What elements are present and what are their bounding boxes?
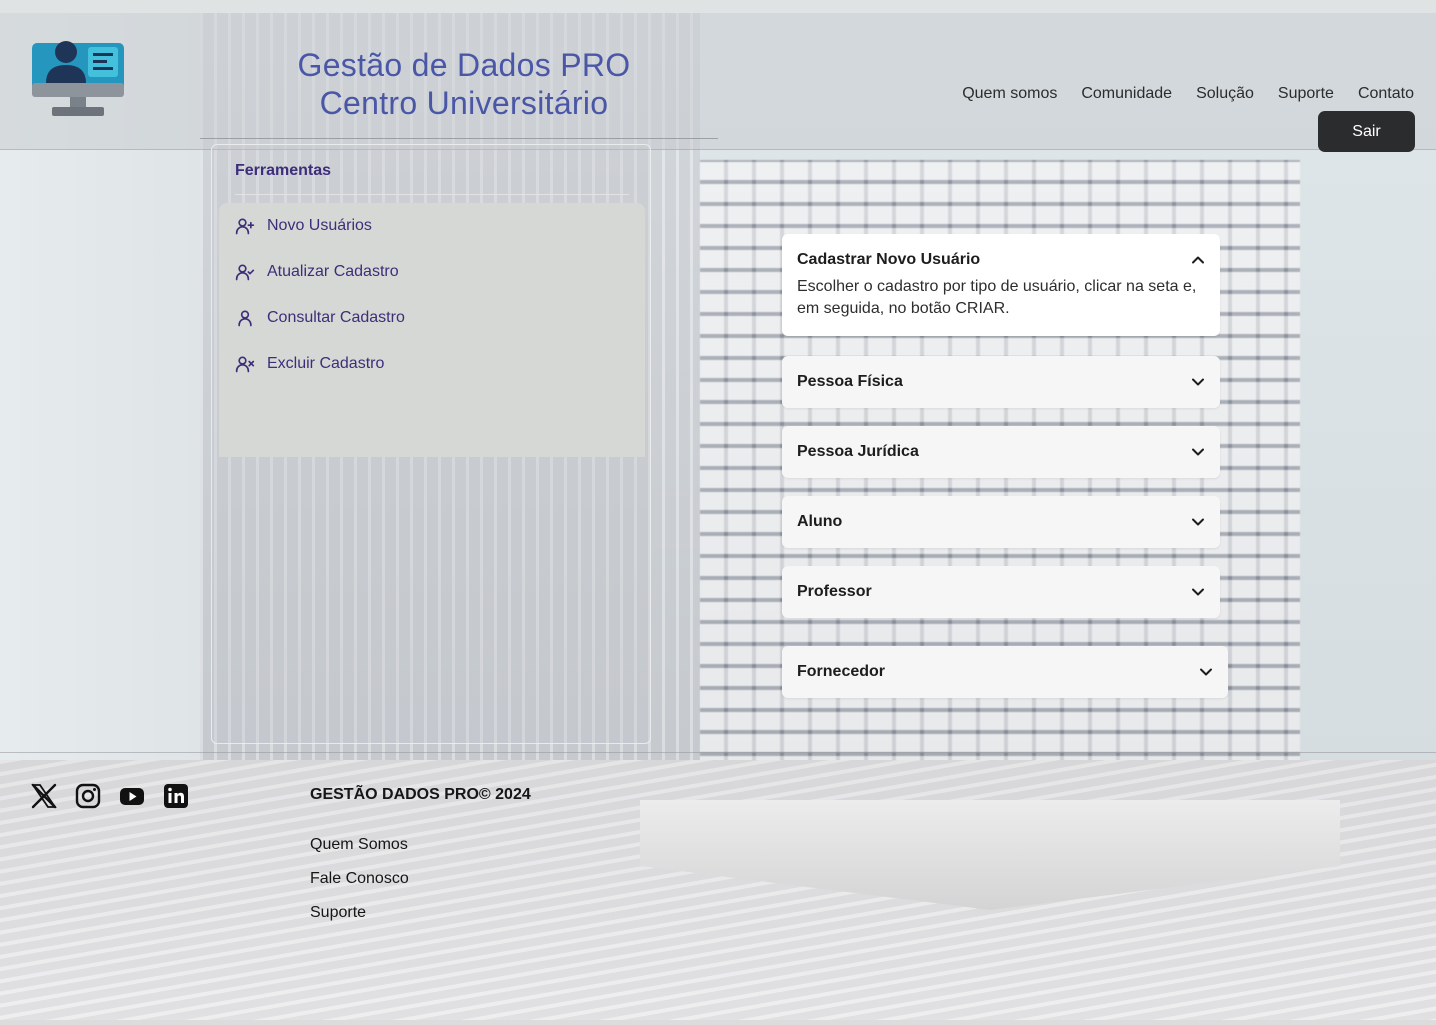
accordion-description: Escolher o cadastro por tipo de usuário,… <box>797 278 1197 317</box>
chevron-down-icon[interactable] <box>1191 445 1205 459</box>
background-floor <box>0 760 1436 1025</box>
chevron-down-icon[interactable] <box>1199 665 1213 679</box>
x-icon[interactable] <box>30 782 58 810</box>
chevron-down-icon[interactable] <box>1191 585 1205 599</box>
tool-item-label: Consultar Cadastro <box>267 309 405 326</box>
footer-link-quem-somos[interactable]: Quem Somos <box>310 836 409 870</box>
accordion-title: Fornecedor <box>797 663 886 680</box>
tool-item-label: Excluir Cadastro <box>267 355 385 372</box>
nav-comunidade[interactable]: Comunidade <box>1081 85 1172 103</box>
user-plus-icon <box>235 218 255 235</box>
accordion-header[interactable]: Professor <box>782 566 1220 618</box>
monitor-user-logo-icon[interactable] <box>30 39 126 119</box>
tool-item-label: Novo Usuários <box>267 217 372 234</box>
title-line-2: Centro Universitário <box>319 85 609 121</box>
bottom-strip <box>0 1020 1436 1025</box>
logout-button[interactable]: Sair <box>1318 111 1415 152</box>
tool-item-novo-usuarios[interactable]: Novo Usuários <box>219 203 645 249</box>
accordion-pessoa-fisica[interactable]: Pessoa Física <box>782 356 1220 408</box>
accordion-title: Aluno <box>797 513 843 530</box>
accordion-header[interactable]: Fornecedor <box>782 646 1228 698</box>
nav-quem-somos[interactable]: Quem somos <box>962 85 1057 103</box>
user-icon <box>238 310 252 327</box>
accordion-title: Cadastrar Novo Usuário <box>797 251 981 268</box>
user-x-icon <box>235 356 255 373</box>
tools-divider <box>235 194 629 195</box>
accordion-title: Pessoa Jurídica <box>797 443 919 460</box>
page-title: Gestão de Dados PRO Centro Universitário <box>230 46 698 122</box>
chevron-up-icon[interactable] <box>1191 253 1205 267</box>
tools-list: Novo Usuários Atualizar Cadastro Consult… <box>219 203 645 457</box>
nav-contato[interactable]: Contato <box>1358 85 1414 103</box>
tool-item-label: Atualizar Cadastro <box>267 263 399 280</box>
footer-link-suporte[interactable]: Suporte <box>310 904 409 938</box>
nav-suporte[interactable]: Suporte <box>1278 85 1334 103</box>
tools-title: Ferramentas <box>235 162 332 179</box>
social-links <box>30 782 190 810</box>
title-line-1: Gestão de Dados PRO <box>297 47 631 83</box>
accordion-pessoa-juridica[interactable]: Pessoa Jurídica <box>782 426 1220 478</box>
user-check-icon <box>235 264 255 281</box>
accordion-cadastrar-novo-usuario: Cadastrar Novo Usuário Escolher o cadast… <box>782 234 1220 336</box>
tool-item-consultar-cadastro[interactable]: Consultar Cadastro <box>219 295 645 341</box>
accordion-title: Professor <box>797 583 872 600</box>
chevron-down-icon[interactable] <box>1191 515 1205 529</box>
linkedin-icon[interactable] <box>162 782 190 810</box>
accordion-title: Pessoa Física <box>797 373 903 390</box>
footer-link-fale-conosco[interactable]: Fale Conosco <box>310 870 409 904</box>
top-strip <box>0 0 1436 13</box>
instagram-icon[interactable] <box>74 782 102 810</box>
title-underline <box>200 138 718 139</box>
footer-divider <box>0 752 1436 753</box>
accordion-header[interactable]: Aluno <box>782 496 1220 548</box>
youtube-icon[interactable] <box>118 782 146 810</box>
main-nav: Quem somos Comunidade Solução Suporte Co… <box>962 85 1414 103</box>
footer-copyright: GESTÃO DADOS PRO© 2024 <box>310 786 531 803</box>
accordion-professor[interactable]: Professor <box>782 566 1220 618</box>
accordion-aluno[interactable]: Aluno <box>782 496 1220 548</box>
chevron-down-icon[interactable] <box>1191 375 1205 389</box>
site-header: Gestão de Dados PRO Centro Universitário… <box>0 13 1436 150</box>
accordion-header[interactable]: Pessoa Física <box>782 356 1220 408</box>
tool-item-excluir-cadastro[interactable]: Excluir Cadastro <box>219 341 645 387</box>
footer-links: Quem Somos Fale Conosco Suporte <box>310 836 409 938</box>
accordion-header[interactable]: Pessoa Jurídica <box>782 426 1220 478</box>
tool-item-atualizar-cadastro[interactable]: Atualizar Cadastro <box>219 249 645 295</box>
nav-solucao[interactable]: Solução <box>1196 85 1254 103</box>
accordion-fornecedor[interactable]: Fornecedor <box>782 646 1228 698</box>
tools-panel: Ferramentas Novo Usuários Atualizar Cada… <box>211 144 651 744</box>
